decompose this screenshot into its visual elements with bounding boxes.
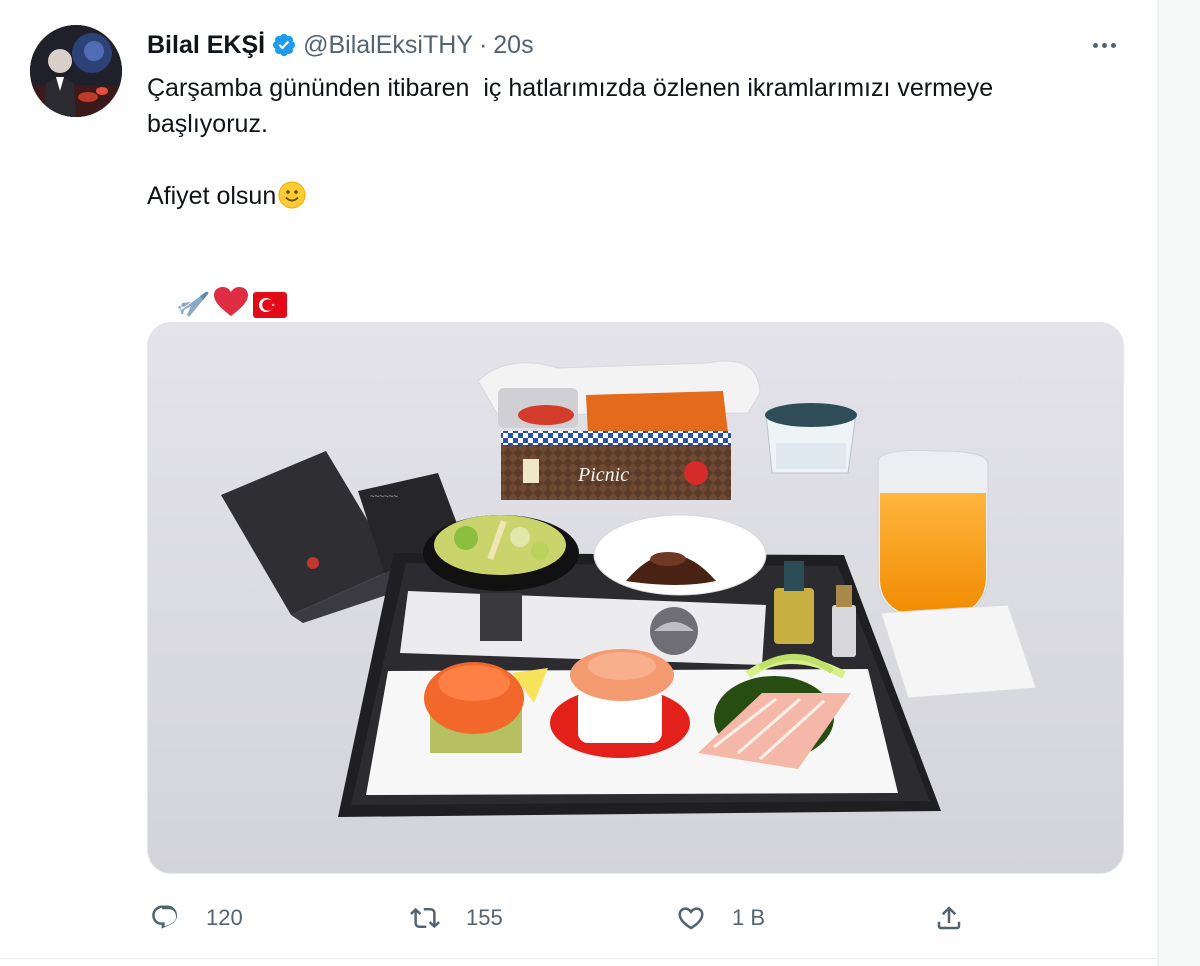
like-icon xyxy=(678,907,704,930)
verified-icon xyxy=(271,32,297,58)
svg-text:~~~~~~: ~~~~~~ xyxy=(370,492,398,501)
side-panel xyxy=(1159,0,1200,966)
tweet-divider xyxy=(0,958,1157,959)
reply-count: 120 xyxy=(206,905,243,930)
emoji-line xyxy=(147,250,1137,318)
avatar[interactable] xyxy=(30,25,122,117)
water-cup xyxy=(765,403,857,474)
more-icon[interactable] xyxy=(1086,30,1122,60)
salad-bowl xyxy=(423,515,579,591)
timestamp[interactable]: 20s xyxy=(493,31,533,60)
tweet-text: Çarşamba gününden itibaren iç hatlarımız… xyxy=(147,70,1137,318)
like-button[interactable]: 1 B xyxy=(676,898,765,938)
tweet-media-image[interactable]: ~~~~~~ Picnic xyxy=(147,322,1124,874)
napkin xyxy=(880,604,1037,699)
chocolate-dessert xyxy=(593,514,767,596)
slightly-smiling-face-icon xyxy=(278,181,306,219)
retweet-icon xyxy=(410,907,440,929)
handle[interactable]: @BilalEksiTHY xyxy=(303,31,473,60)
tweet-header: Bilal EKŞİ @BilalEksiTHY · 20s xyxy=(147,30,534,60)
tweet-text-line-3: Afiyet olsun xyxy=(147,178,1137,214)
reply-icon xyxy=(152,905,178,929)
retweet-count: 155 xyxy=(466,905,503,930)
share-button[interactable] xyxy=(934,898,964,938)
share-icon xyxy=(937,906,961,930)
separator: · xyxy=(478,30,488,59)
tweet-text-line-1: Çarşamba gününden itibaren iç hatlarımız… xyxy=(147,74,994,102)
orange-juice-glass xyxy=(877,449,989,620)
picnic-box-label: Picnic xyxy=(577,464,629,486)
reply-button[interactable]: 120 xyxy=(150,898,243,938)
tweet-actions: 120 155 1 B xyxy=(0,898,1157,938)
afiyet-text: Afiyet olsun xyxy=(147,182,277,210)
tweet-text-line-2: başlıyoruz. xyxy=(147,110,268,138)
like-count: 1 B xyxy=(732,905,766,930)
meal-photo: ~~~~~~ Picnic xyxy=(148,323,1123,873)
retweet-button[interactable]: 155 xyxy=(410,898,503,938)
avatar-photo xyxy=(30,25,122,117)
display-name[interactable]: Bilal EKŞİ xyxy=(147,31,265,60)
